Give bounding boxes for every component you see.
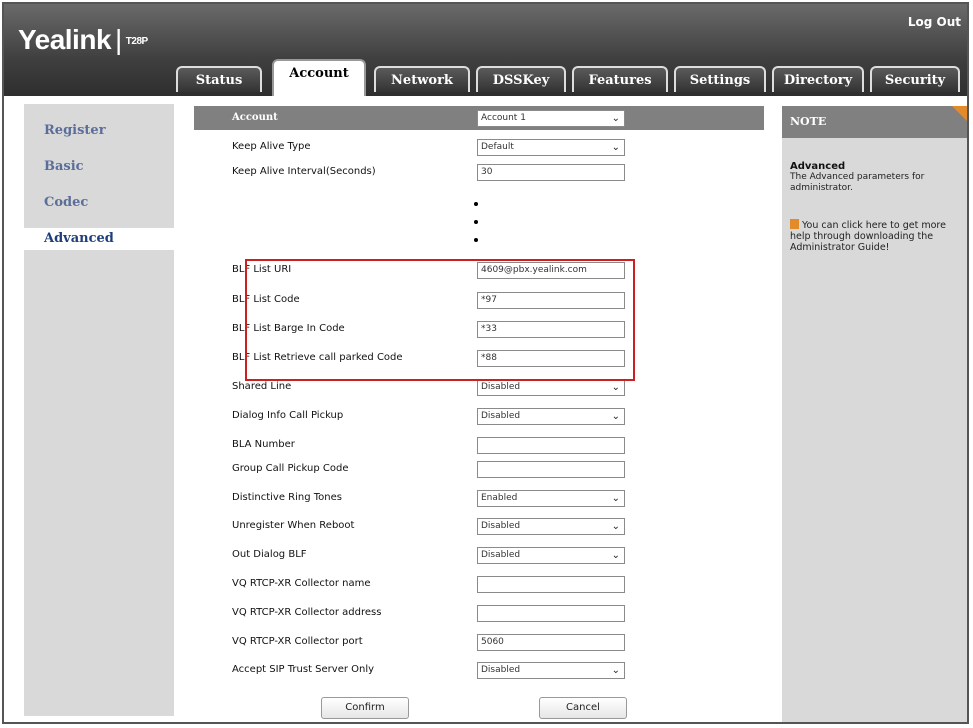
tab-settings[interactable]: Settings xyxy=(674,66,766,92)
note-help-text: You can click here to get more help thro… xyxy=(790,220,946,253)
brand-name: Yealink xyxy=(18,24,112,55)
ellipsis-dot xyxy=(474,220,478,224)
chevron-down-icon: ⌄ xyxy=(611,113,620,124)
yealink-logo: Yealink | T28P xyxy=(18,24,148,55)
sidebar-item-codec[interactable]: Codec xyxy=(24,192,174,214)
chevron-down-icon: ⌄ xyxy=(611,411,620,422)
note-heading: Advanced xyxy=(790,161,846,172)
keep-alive-type-select[interactable]: Default ⌄ xyxy=(477,139,625,156)
dialog-info-call-pickup-select[interactable]: Disabled ⌄ xyxy=(477,408,625,425)
ellipsis-dot xyxy=(474,238,478,242)
dialog-info-call-pickup-label: Dialog Info Call Pickup xyxy=(232,410,344,421)
keep-alive-interval-label: Keep Alive Interval(Seconds) xyxy=(232,166,376,177)
chevron-down-icon: ⌄ xyxy=(611,521,620,532)
group-call-pickup-code-input[interactable] xyxy=(477,461,625,478)
logout-link[interactable]: Log Out xyxy=(908,15,961,29)
sidebar-item-advanced[interactable]: Advanced xyxy=(24,228,174,250)
note-panel: NOTE Advanced The Advanced parameters fo… xyxy=(782,106,967,722)
header-bar: Yealink | T28P Log Out Status Account Netw… xyxy=(4,4,967,96)
blf-highlight-box xyxy=(245,259,635,381)
distinctive-ring-tones-label: Distinctive Ring Tones xyxy=(232,492,342,503)
note-title: NOTE xyxy=(790,115,827,128)
bla-number-input[interactable] xyxy=(477,437,625,454)
advanced-form: Account Account 1 ⌄ Keep Alive Type Defau… xyxy=(189,106,764,719)
note-corner-icon xyxy=(952,106,967,124)
chevron-down-icon: ⌄ xyxy=(611,665,620,676)
note-help-link[interactable]: You can click here to get more help thro… xyxy=(790,219,965,253)
accept-sip-trust-server-label: Accept SIP Trust Server Only xyxy=(232,664,375,675)
out-dialog-blf-label: Out Dialog BLF xyxy=(232,549,307,560)
tab-dsskey[interactable]: DSSKey xyxy=(476,66,566,92)
tab-directory[interactable]: Directory xyxy=(772,66,864,92)
sidebar-item-basic[interactable]: Basic xyxy=(24,156,174,178)
note-description: The Advanced parameters for administrato… xyxy=(790,172,925,193)
chevron-down-icon: ⌄ xyxy=(611,550,620,561)
shared-line-select[interactable]: Disabled ⌄ xyxy=(477,379,625,396)
unregister-when-reboot-label: Unregister When Reboot xyxy=(232,520,355,531)
account-label: Account xyxy=(232,112,278,123)
tab-network[interactable]: Network xyxy=(374,66,470,92)
vq-collector-name-label: VQ RTCP-XR Collector name xyxy=(232,578,371,589)
chevron-down-icon: ⌄ xyxy=(611,382,620,393)
keep-alive-type-label: Keep Alive Type xyxy=(232,141,311,152)
vq-collector-port-input[interactable]: 5060 xyxy=(477,634,625,651)
confirm-button[interactable]: Confirm xyxy=(321,697,409,719)
vq-collector-address-label: VQ RTCP-XR Collector address xyxy=(232,607,382,618)
vq-collector-port-label: VQ RTCP-XR Collector port xyxy=(232,636,363,647)
cancel-button[interactable]: Cancel xyxy=(539,697,627,719)
accept-sip-trust-server-select[interactable]: Disabled ⌄ xyxy=(477,662,625,679)
tab-features[interactable]: Features xyxy=(572,66,668,92)
keep-alive-interval-input[interactable]: 30 xyxy=(477,164,625,181)
vq-collector-name-input[interactable] xyxy=(477,576,625,593)
browser-frame: Yealink | T28P Log Out Status Account Netw… xyxy=(2,2,969,724)
tab-account[interactable]: Account xyxy=(272,59,366,96)
unregister-when-reboot-select[interactable]: Disabled ⌄ xyxy=(477,518,625,535)
chevron-down-icon: ⌄ xyxy=(611,493,620,504)
sidebar: Register Basic Codec Advanced xyxy=(24,104,174,716)
ellipsis-dot xyxy=(474,202,478,206)
tab-status[interactable]: Status xyxy=(176,66,262,92)
shared-line-label: Shared Line xyxy=(232,381,292,392)
guide-book-icon xyxy=(790,219,799,229)
bla-number-label: BLA Number xyxy=(232,439,295,450)
group-call-pickup-code-label: Group Call Pickup Code xyxy=(232,463,349,474)
model-name: T28P xyxy=(125,36,148,48)
distinctive-ring-tones-select[interactable]: Enabled ⌄ xyxy=(477,490,625,507)
note-title-bar: NOTE xyxy=(782,106,967,138)
account-select[interactable]: Account 1 ⌄ xyxy=(477,110,625,127)
tab-security[interactable]: Security xyxy=(870,66,960,92)
chevron-down-icon: ⌄ xyxy=(611,142,620,153)
main-tabs: Status Account Network DSSKey Features S… xyxy=(4,59,967,96)
out-dialog-blf-select[interactable]: Disabled ⌄ xyxy=(477,547,625,564)
sidebar-item-register[interactable]: Register xyxy=(24,120,174,142)
vq-collector-address-input[interactable] xyxy=(477,605,625,622)
